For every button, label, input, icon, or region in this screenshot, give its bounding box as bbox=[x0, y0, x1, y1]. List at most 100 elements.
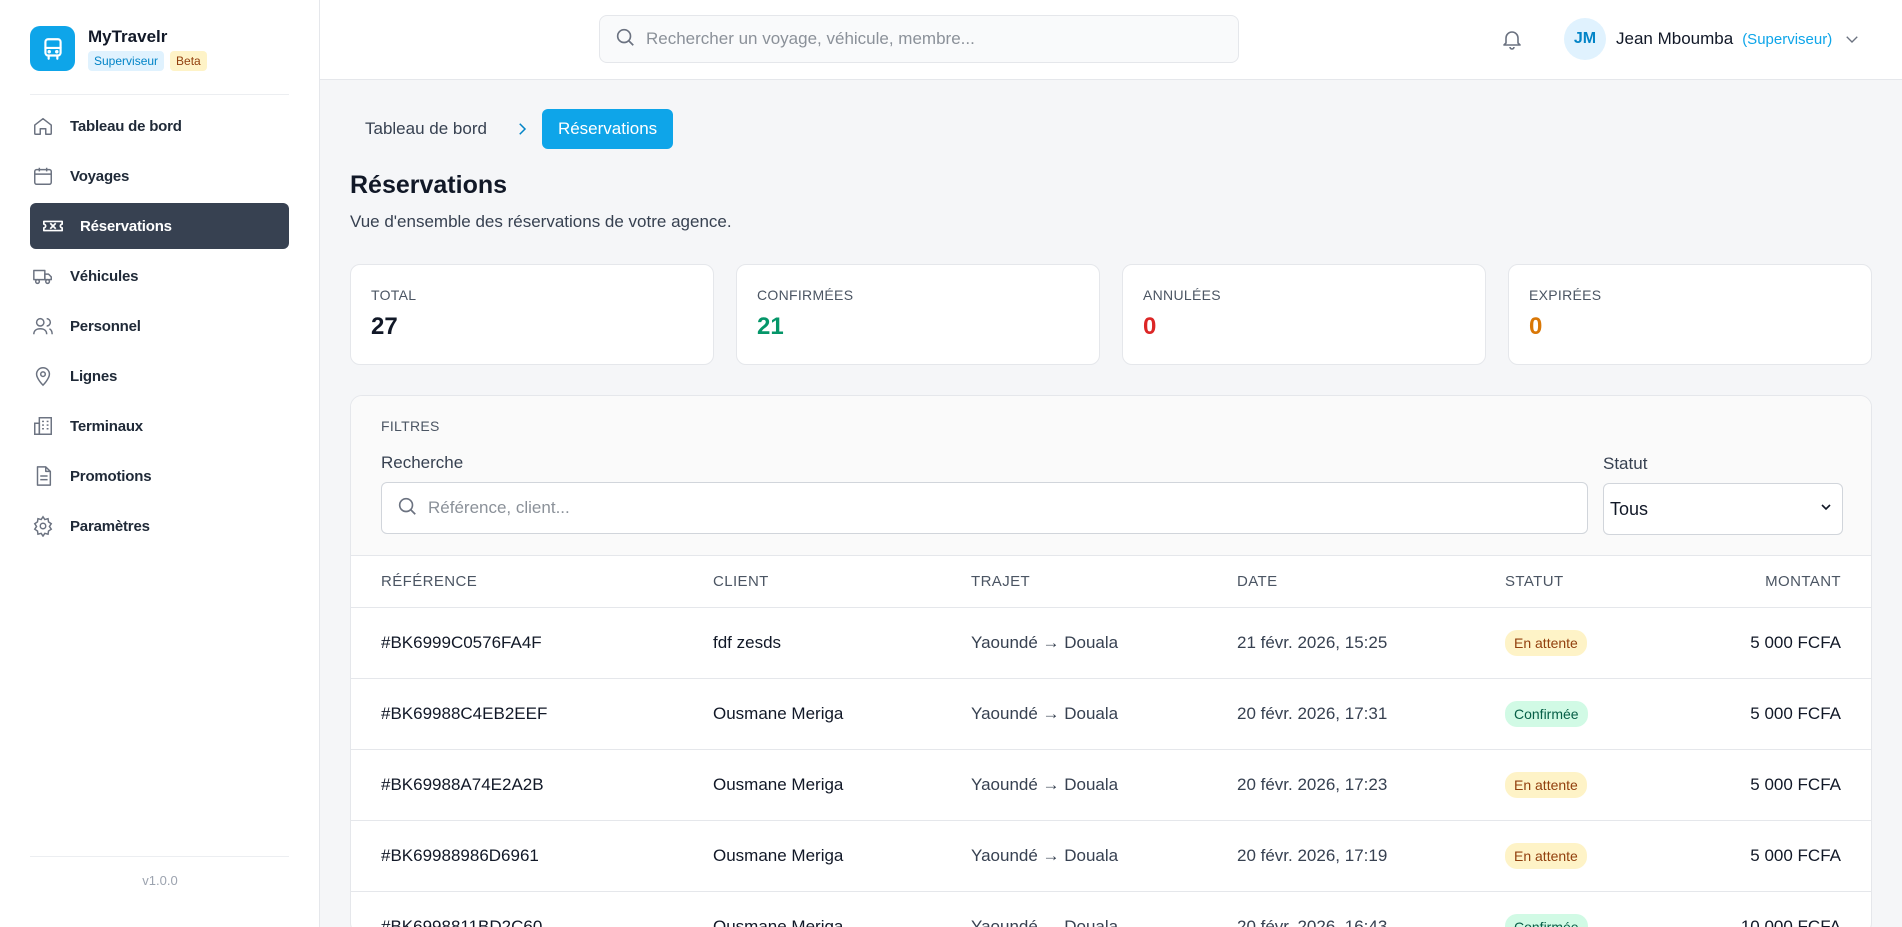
sidebar-item-label: Réservations bbox=[80, 217, 172, 235]
sidebar-item-label: Tableau de bord bbox=[70, 117, 182, 135]
cell-reference: #BK6999C0576FA4F bbox=[381, 632, 542, 652]
table-row[interactable]: #BK69988C4EB2EEF Ousmane Meriga Yaoundé … bbox=[351, 678, 1871, 749]
reservations-panel: FILTRES Recherche Statut Tous RÉFÉRENCE … bbox=[350, 395, 1872, 927]
sidebar-item-tableau-de-bord[interactable]: Tableau de bord bbox=[30, 103, 289, 149]
stat-label: TOTAL bbox=[371, 287, 417, 303]
status-select-value: Tous bbox=[1610, 498, 1649, 519]
user-menu[interactable]: JM Jean Mboumba (Superviseur) bbox=[1564, 18, 1862, 60]
chevron-right-icon bbox=[510, 117, 534, 141]
page-title: Réservations bbox=[350, 171, 508, 199]
status-badge: En attente bbox=[1505, 629, 1587, 656]
gear-icon bbox=[30, 513, 56, 539]
filters-section: FILTRES Recherche Statut Tous bbox=[351, 396, 1871, 556]
reservations-table: RÉFÉRENCE CLIENT TRAJET DATE STATUT MONT… bbox=[351, 556, 1871, 927]
cell-reference: #BK69988C4EB2EEF bbox=[381, 703, 548, 723]
col-header-date[interactable]: DATE bbox=[1237, 556, 1505, 607]
sidebar-item-terminaux[interactable]: Terminaux bbox=[30, 403, 289, 449]
sidebar-item-reservations[interactable]: Réservations bbox=[30, 203, 289, 249]
cell-trajet: Yaoundé → Douala bbox=[971, 774, 1119, 794]
sidebar-item-label: Lignes bbox=[70, 367, 118, 385]
sidebar-item-lignes[interactable]: Lignes bbox=[30, 353, 289, 399]
cell-client: Ousmane Meriga bbox=[713, 845, 844, 865]
divider bbox=[30, 856, 289, 857]
col-header-trajet[interactable]: TRAJET bbox=[971, 556, 1237, 607]
sidebar-item-label: Promotions bbox=[70, 467, 152, 485]
user-role: (Superviseur) bbox=[1742, 30, 1833, 48]
col-header-montant[interactable]: MONTANT bbox=[1705, 556, 1871, 607]
col-header-statut[interactable]: STATUT bbox=[1505, 556, 1705, 607]
status-badge: En attente bbox=[1505, 771, 1587, 798]
stat-card-confirmees: CONFIRMÉES 21 bbox=[736, 264, 1100, 365]
stat-card-expirees: EXPIRÉES 0 bbox=[1508, 264, 1872, 365]
cell-client: Ousmane Meriga bbox=[713, 774, 844, 794]
topbar: JM Jean Mboumba (Superviseur) bbox=[320, 0, 1902, 80]
stat-label: CONFIRMÉES bbox=[757, 287, 854, 303]
cell-date: 20 févr. 2026, 17:19 bbox=[1237, 845, 1388, 865]
ticket-icon bbox=[40, 213, 66, 239]
stat-label: ANNULÉES bbox=[1143, 287, 1221, 303]
table-row[interactable]: #BK69988986D6961 Ousmane Meriga Yaoundé … bbox=[351, 820, 1871, 891]
user-name: Jean Mboumba bbox=[1616, 29, 1734, 48]
stat-value: 27 bbox=[371, 313, 398, 340]
chevron-down-icon bbox=[1818, 499, 1834, 520]
status-badge: Confirmée bbox=[1505, 700, 1588, 727]
cell-client: Ousmane Meriga bbox=[713, 916, 844, 927]
table-row[interactable]: #BK69988A74E2A2B Ousmane Meriga Yaoundé … bbox=[351, 749, 1871, 820]
breadcrumb: Tableau de bord Réservations bbox=[350, 109, 674, 149]
sidebar-item-label: Paramètres bbox=[70, 517, 150, 535]
bell-icon[interactable] bbox=[1497, 24, 1527, 54]
sidebar-item-promotions[interactable]: Promotions bbox=[30, 453, 289, 499]
truck-icon bbox=[30, 263, 56, 289]
sidebar-item-label: Personnel bbox=[70, 317, 141, 335]
cell-montant: 5 000 FCFA bbox=[1750, 632, 1841, 652]
search-label: Recherche bbox=[381, 453, 464, 472]
col-header-client[interactable]: CLIENT bbox=[713, 556, 971, 607]
table-row[interactable]: #BK6999C0576FA4F fdf zesds Yaoundé → Dou… bbox=[351, 607, 1871, 678]
building-icon bbox=[30, 413, 56, 439]
cell-date: 20 févr. 2026, 17:31 bbox=[1237, 703, 1388, 723]
breadcrumb-current[interactable]: Réservations bbox=[541, 109, 674, 149]
cell-trajet: Yaoundé → Douala bbox=[971, 632, 1119, 652]
stats-row: TOTAL 27 CONFIRMÉES 21 ANNULÉES 0 EXPIRÉ… bbox=[350, 264, 1872, 365]
cell-trajet: Yaoundé → Douala bbox=[971, 916, 1119, 927]
brand: MyTravelr Superviseur Beta bbox=[0, 0, 319, 95]
stat-value: 0 bbox=[1529, 313, 1543, 340]
search-icon bbox=[396, 495, 418, 522]
stat-card-total: TOTAL 27 bbox=[350, 264, 714, 365]
sidebar-item-voyages[interactable]: Voyages bbox=[30, 153, 289, 199]
cell-montant: 10 000 FCFA bbox=[1740, 916, 1841, 927]
cell-reference: #BK6998811BD2C60 bbox=[381, 916, 543, 927]
sidebar-item-personnel[interactable]: Personnel bbox=[30, 303, 289, 349]
global-search-input[interactable] bbox=[646, 29, 1206, 49]
table-row[interactable]: #BK6998811BD2C60 Ousmane Meriga Yaoundé … bbox=[351, 891, 1871, 927]
cell-montant: 5 000 FCFA bbox=[1750, 703, 1841, 723]
bus-logo-icon bbox=[30, 26, 75, 71]
cell-date: 20 févr. 2026, 16:43 bbox=[1237, 916, 1388, 927]
document-icon bbox=[30, 463, 56, 489]
filter-search[interactable] bbox=[381, 482, 1588, 534]
filter-search-input[interactable] bbox=[428, 498, 1578, 518]
search-icon bbox=[614, 26, 636, 53]
app-version: v1.0.0 bbox=[142, 873, 178, 888]
sidebar-item-vehicules[interactable]: Véhicules bbox=[30, 253, 289, 299]
status-label: Statut bbox=[1603, 454, 1648, 473]
filters-title: FILTRES bbox=[381, 418, 440, 434]
calendar-icon bbox=[30, 163, 56, 189]
page-subtitle: Vue d'ensemble des réservations de votre… bbox=[350, 212, 732, 231]
col-header-reference[interactable]: RÉFÉRENCE bbox=[351, 556, 713, 607]
avatar: JM bbox=[1564, 18, 1606, 60]
status-badge: En attente bbox=[1505, 842, 1587, 869]
stat-value: 0 bbox=[1143, 313, 1157, 340]
status-select[interactable]: Tous bbox=[1603, 483, 1843, 535]
sidebar-item-parametres[interactable]: Paramètres bbox=[30, 503, 289, 549]
breadcrumb-home[interactable]: Tableau de bord bbox=[350, 119, 502, 139]
global-search[interactable] bbox=[599, 15, 1239, 63]
cell-client: fdf zesds bbox=[713, 632, 782, 652]
stat-card-annulees: ANNULÉES 0 bbox=[1122, 264, 1486, 365]
sidebar-nav: Tableau de bord Voyages Réservations Véh… bbox=[30, 103, 289, 553]
cell-trajet: Yaoundé → Douala bbox=[971, 845, 1119, 865]
sidebar-item-label: Terminaux bbox=[70, 417, 143, 435]
divider bbox=[30, 94, 289, 95]
beta-badge: Beta bbox=[170, 51, 207, 71]
cell-trajet: Yaoundé → Douala bbox=[971, 703, 1119, 723]
